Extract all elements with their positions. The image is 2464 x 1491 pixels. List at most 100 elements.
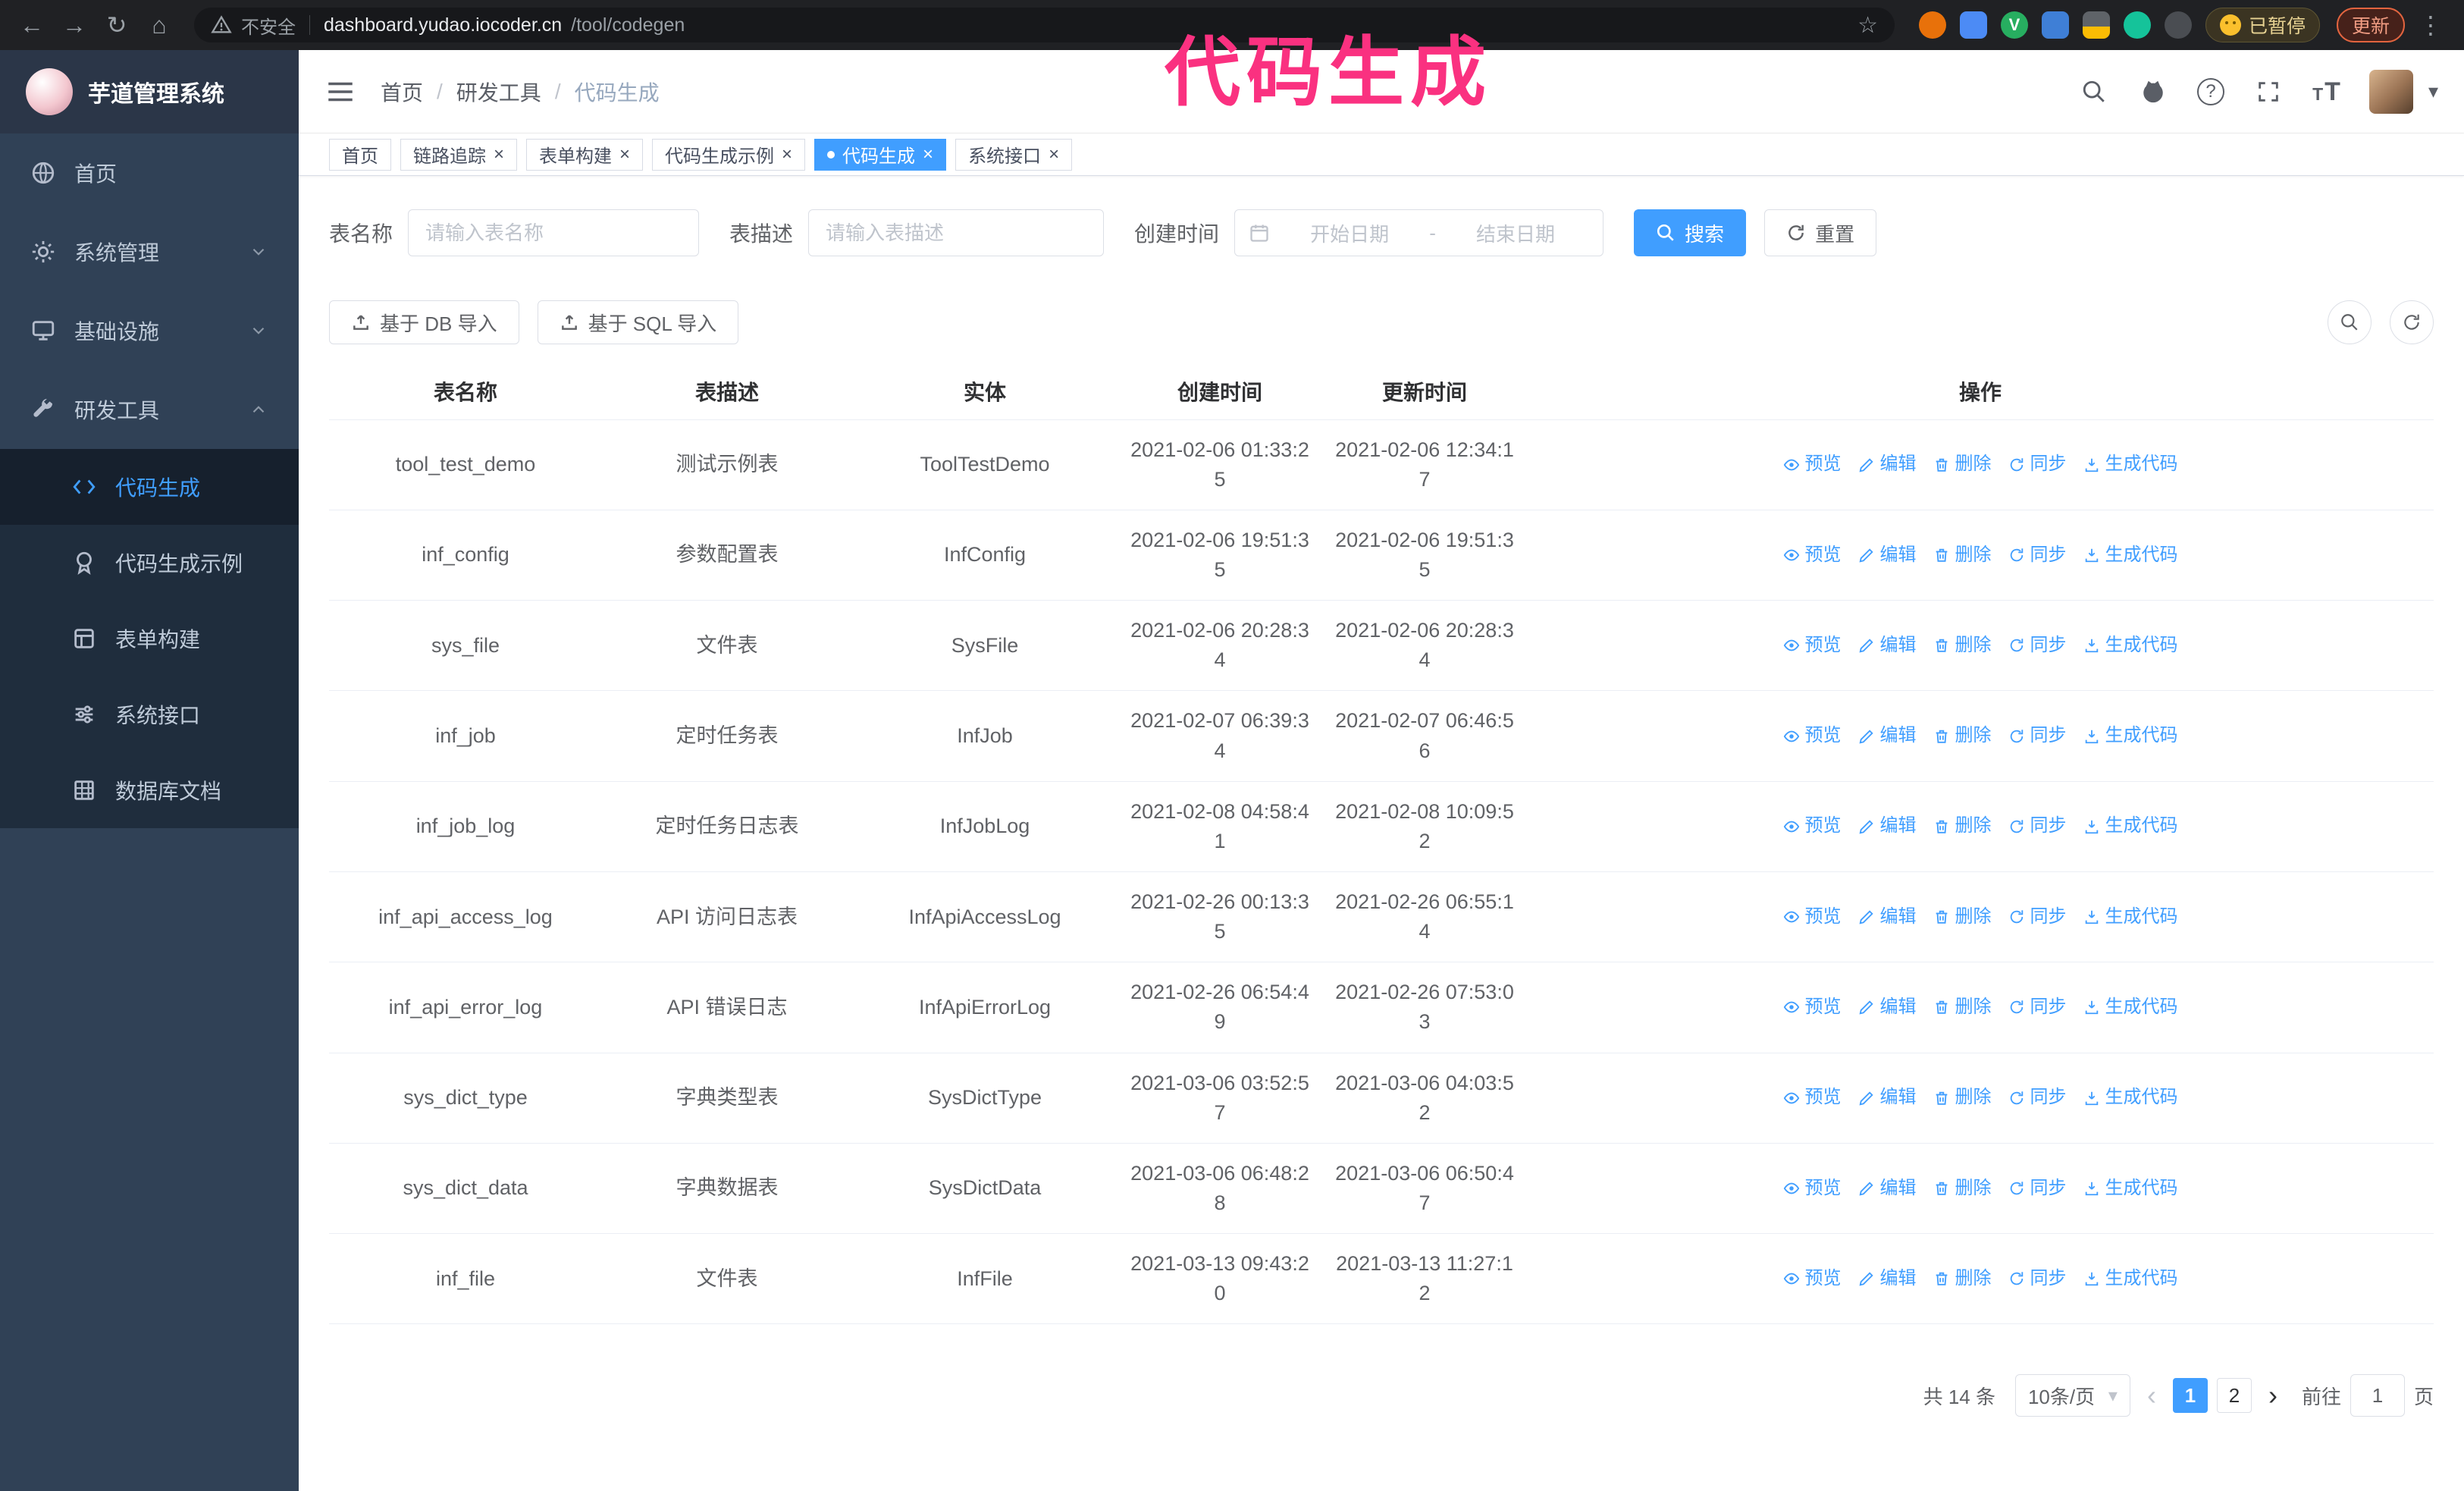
tab[interactable]: 表单构建 ×: [526, 138, 644, 171]
preview-link[interactable]: 预览: [1783, 723, 1842, 749]
edit-link[interactable]: 编辑: [1858, 632, 1917, 659]
sync-link[interactable]: 同步: [2008, 813, 2067, 840]
next-page-button[interactable]: ›: [2264, 1382, 2282, 1409]
edit-link[interactable]: 编辑: [1858, 904, 1917, 931]
font-size-icon[interactable]: TT: [2312, 79, 2340, 105]
goto-page-input[interactable]: [2350, 1374, 2405, 1417]
sidebar-item-db-doc[interactable]: 数据库文档: [0, 752, 299, 828]
paused-badge[interactable]: 已暂停: [2205, 8, 2320, 42]
sync-link[interactable]: 同步: [2008, 1176, 2067, 1202]
page-number-button[interactable]: 2: [2216, 1378, 2252, 1414]
fullscreen-icon[interactable]: [2253, 77, 2284, 107]
preview-link[interactable]: 预览: [1783, 904, 1842, 931]
delete-link[interactable]: 删除: [1933, 723, 1992, 749]
edit-link[interactable]: 编辑: [1858, 542, 1917, 569]
tab-close-icon[interactable]: ×: [1049, 145, 1059, 164]
sidebar-item-codegen[interactable]: 代码生成: [0, 449, 299, 525]
edit-link[interactable]: 编辑: [1858, 451, 1917, 478]
delete-link[interactable]: 删除: [1933, 1266, 1992, 1292]
date-end-placeholder[interactable]: 结束日期: [1442, 219, 1589, 247]
edit-link[interactable]: 编辑: [1858, 723, 1917, 749]
generate-code-link[interactable]: 生成代码: [2083, 813, 2178, 840]
sidebar-item-form-builder[interactable]: 表单构建: [0, 601, 299, 676]
sync-link[interactable]: 同步: [2008, 542, 2067, 569]
extension-icon[interactable]: [2164, 11, 2192, 39]
table-desc-input[interactable]: [808, 209, 1105, 256]
app-logo[interactable]: 芋道管理系统: [0, 50, 299, 133]
update-button[interactable]: 更新: [2336, 8, 2405, 42]
reset-button[interactable]: 重置: [1764, 209, 1877, 256]
table-name-input[interactable]: [408, 209, 700, 256]
edit-link[interactable]: 编辑: [1858, 1176, 1917, 1202]
breadcrumb-home[interactable]: 首页: [381, 77, 423, 107]
generate-code-link[interactable]: 生成代码: [2083, 723, 2178, 749]
delete-link[interactable]: 删除: [1933, 451, 1992, 478]
delete-link[interactable]: 删除: [1933, 904, 1992, 931]
delete-link[interactable]: 删除: [1933, 1085, 1992, 1111]
help-icon[interactable]: ?: [2197, 77, 2225, 105]
extension-icon[interactable]: V: [2000, 11, 2028, 39]
preview-link[interactable]: 预览: [1783, 813, 1842, 840]
sync-link[interactable]: 同步: [2008, 632, 2067, 659]
import-db-button[interactable]: 基于 DB 导入: [329, 300, 519, 344]
tab-close-icon[interactable]: ×: [619, 145, 630, 164]
sync-link[interactable]: 同步: [2008, 904, 2067, 931]
sync-link[interactable]: 同步: [2008, 1266, 2067, 1292]
edit-link[interactable]: 编辑: [1858, 813, 1917, 840]
sidebar-item-home[interactable]: 首页: [0, 133, 299, 212]
extension-icon[interactable]: [2082, 11, 2110, 39]
github-icon[interactable]: [2138, 77, 2168, 107]
search-button[interactable]: 搜索: [1634, 209, 1747, 256]
edit-link[interactable]: 编辑: [1858, 994, 1917, 1021]
generate-code-link[interactable]: 生成代码: [2083, 1085, 2178, 1111]
toggle-search-button[interactable]: [2328, 300, 2372, 344]
generate-code-link[interactable]: 生成代码: [2083, 632, 2178, 659]
preview-link[interactable]: 预览: [1783, 451, 1842, 478]
address-bar[interactable]: 不安全 dashboard.yudao.iocoder.cn /tool/cod…: [194, 8, 1895, 42]
security-label[interactable]: 不安全: [241, 12, 296, 39]
extension-icon[interactable]: [1918, 11, 1946, 39]
tab-close-icon[interactable]: ×: [923, 145, 933, 164]
bookmark-star-icon[interactable]: ☆: [1857, 12, 1878, 39]
preview-link[interactable]: 预览: [1783, 632, 1842, 659]
forward-icon[interactable]: →: [56, 7, 92, 43]
edit-link[interactable]: 编辑: [1858, 1266, 1917, 1292]
delete-link[interactable]: 删除: [1933, 632, 1992, 659]
prev-page-button[interactable]: ‹: [2143, 1382, 2161, 1409]
date-range-picker[interactable]: 开始日期 - 结束日期: [1234, 209, 1604, 256]
tab-close-icon[interactable]: ×: [494, 145, 504, 164]
generate-code-link[interactable]: 生成代码: [2083, 994, 2178, 1021]
reload-icon[interactable]: ↻: [99, 7, 135, 43]
sync-link[interactable]: 同步: [2008, 994, 2067, 1021]
refresh-table-button[interactable]: [2390, 300, 2434, 344]
tab[interactable]: 代码生成示例 ×: [652, 138, 806, 171]
preview-link[interactable]: 预览: [1783, 1266, 1842, 1292]
sidebar-item-infra[interactable]: 基础设施: [0, 291, 299, 370]
tab[interactable]: 链路追踪 ×: [400, 138, 518, 171]
sidebar-item-api[interactable]: 系统接口: [0, 676, 299, 752]
sync-link[interactable]: 同步: [2008, 723, 2067, 749]
extension-icon[interactable]: [2123, 11, 2151, 39]
preview-link[interactable]: 预览: [1783, 994, 1842, 1021]
generate-code-link[interactable]: 生成代码: [2083, 1266, 2178, 1292]
page-size-select[interactable]: 10条/页 ▾: [2014, 1374, 2130, 1417]
import-sql-button[interactable]: 基于 SQL 导入: [537, 300, 739, 344]
sidebar-item-system[interactable]: 系统管理: [0, 212, 299, 291]
caret-down-icon[interactable]: ▾: [2428, 80, 2438, 103]
date-start-placeholder[interactable]: 开始日期: [1276, 219, 1423, 247]
tab[interactable]: 系统接口 ×: [955, 138, 1073, 171]
sidebar-item-codegen-example[interactable]: 代码生成示例: [0, 525, 299, 601]
tab[interactable]: 代码生成 ×: [814, 138, 947, 171]
tab-close-icon[interactable]: ×: [782, 145, 792, 164]
breadcrumb-devtools[interactable]: 研发工具: [456, 77, 541, 107]
sidebar-item-devtools[interactable]: 研发工具: [0, 370, 299, 449]
sync-link[interactable]: 同步: [2008, 1085, 2067, 1111]
generate-code-link[interactable]: 生成代码: [2083, 542, 2178, 569]
preview-link[interactable]: 预览: [1783, 542, 1842, 569]
delete-link[interactable]: 删除: [1933, 994, 1992, 1021]
back-icon[interactable]: ←: [14, 7, 50, 43]
delete-link[interactable]: 删除: [1933, 1176, 1992, 1202]
preview-link[interactable]: 预览: [1783, 1176, 1842, 1202]
page-number-button[interactable]: 1: [2172, 1378, 2208, 1414]
generate-code-link[interactable]: 生成代码: [2083, 451, 2178, 478]
